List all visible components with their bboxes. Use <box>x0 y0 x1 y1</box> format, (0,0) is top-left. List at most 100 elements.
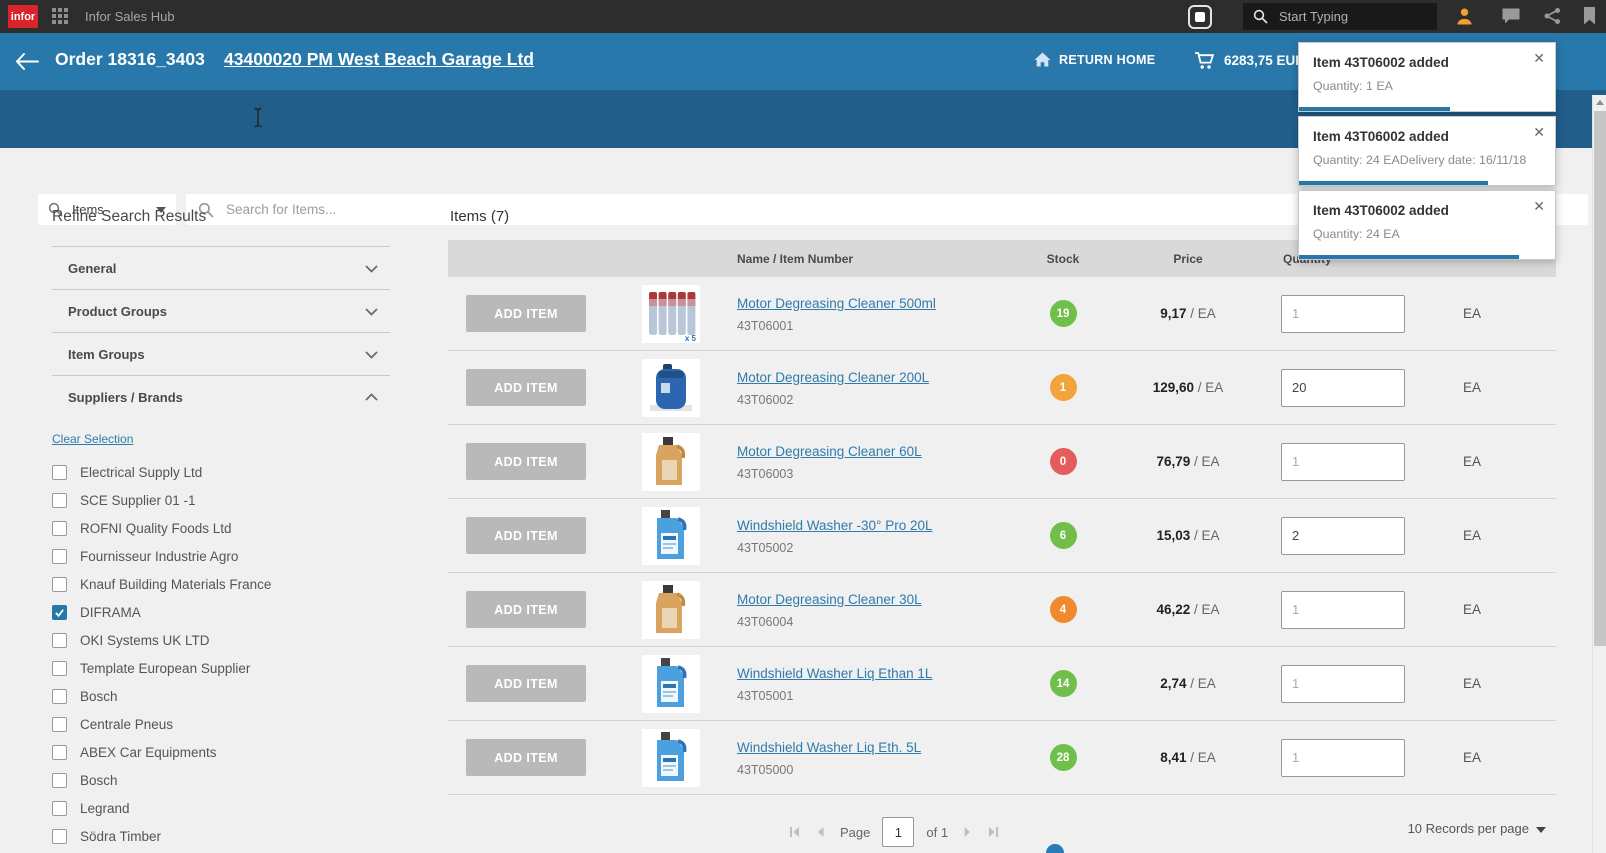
add-item-button[interactable]: ADD ITEM <box>466 739 586 776</box>
user-icon[interactable] <box>1455 7 1474 26</box>
svg-text:x 5: x 5 <box>684 334 696 343</box>
item-row-43t05000: ADD ITEMWindshield Washer Liq Eth. 5L43T… <box>448 721 1556 795</box>
quantity-input[interactable] <box>1281 591 1405 629</box>
home-icon <box>1034 52 1051 67</box>
share-icon[interactable] <box>1543 7 1562 25</box>
item-price: 76,79 / EA <box>1113 454 1263 469</box>
app-grid-icon[interactable] <box>52 8 69 25</box>
supplier-filter-fournisseur-industrie-agro[interactable]: Fournisseur Industrie Agro <box>52 542 390 570</box>
supplier-filter-legrand[interactable]: Legrand <box>52 794 390 822</box>
bookmark-icon[interactable] <box>1582 7 1597 25</box>
item-name-link[interactable]: Motor Degreasing Cleaner 200L <box>737 370 929 385</box>
product-image <box>642 655 700 713</box>
checkbox[interactable] <box>52 549 67 564</box>
item-row-43t06001: ADD ITEM x 5 Motor Degreasing Cleaner 500m… <box>448 277 1556 351</box>
add-item-button[interactable]: ADD ITEM <box>466 443 586 480</box>
checkbox[interactable] <box>52 745 67 760</box>
supplier-filter-template-european-supplier[interactable]: Template European Supplier <box>52 654 390 682</box>
item-unit: EA <box>1438 306 1556 321</box>
filter-section-label: Item Groups <box>52 347 145 362</box>
supplier-label: Bosch <box>80 689 118 704</box>
chevron-down-icon <box>363 260 390 277</box>
supplier-filter-knauf-building-materials-france[interactable]: Knauf Building Materials France <box>52 570 390 598</box>
item-name-link[interactable]: Windshield Washer Liq Ethan 1L <box>737 666 932 681</box>
quantity-input[interactable] <box>1281 517 1405 555</box>
checkbox[interactable] <box>52 661 67 676</box>
close-icon[interactable]: ✕ <box>1533 198 1545 215</box>
vertical-scrollbar[interactable] <box>1592 95 1606 853</box>
checkbox[interactable] <box>52 801 67 816</box>
page-label: Page <box>840 825 870 840</box>
close-icon[interactable]: ✕ <box>1533 50 1545 67</box>
add-item-button[interactable]: ADD ITEM <box>466 517 586 554</box>
back-arrow-icon[interactable] <box>14 51 41 72</box>
item-name-link[interactable]: Windshield Washer Liq Eth. 5L <box>737 740 921 755</box>
item-name-link[interactable]: Motor Degreasing Cleaner 30L <box>737 592 922 607</box>
global-search-input[interactable] <box>1277 8 1421 25</box>
item-price: 46,22 / EA <box>1113 602 1263 617</box>
scrollbar-thumb[interactable] <box>1594 111 1606 646</box>
supplier-label: ABEX Car Equipments <box>80 745 217 760</box>
add-item-button[interactable]: ADD ITEM <box>466 295 586 332</box>
filter-section-product-groups[interactable]: Product Groups <box>52 289 390 332</box>
item-name-link[interactable]: Motor Degreasing Cleaner 60L <box>737 444 922 459</box>
supplier-filter-bosch[interactable]: Bosch <box>52 766 390 794</box>
supplier-filter-electrical-supply-ltd[interactable]: Electrical Supply Ltd <box>52 458 390 486</box>
quantity-input[interactable] <box>1281 369 1405 407</box>
item-name-link[interactable]: Motor Degreasing Cleaner 500ml <box>737 296 936 311</box>
records-per-page-label: 10 Records per page <box>1408 821 1529 836</box>
next-page-icon[interactable] <box>960 825 974 839</box>
page-number-input[interactable] <box>882 817 914 847</box>
customer-link[interactable]: 43400020 PM West Beach Garage Ltd <box>224 49 534 70</box>
checkbox[interactable] <box>52 577 67 592</box>
cart-button[interactable]: 6283,75 EUR <box>1194 51 1305 70</box>
chat-icon[interactable] <box>1501 7 1521 25</box>
checkbox[interactable] <box>52 521 67 536</box>
add-item-button[interactable]: ADD ITEM <box>466 369 586 406</box>
add-item-button[interactable]: ADD ITEM <box>466 591 586 628</box>
stock-badge: 28 <box>1050 744 1077 771</box>
checkbox[interactable] <box>52 717 67 732</box>
checkbox[interactable] <box>52 633 67 648</box>
add-item-button[interactable]: ADD ITEM <box>466 665 586 702</box>
previous-page-icon[interactable] <box>814 825 828 839</box>
last-page-icon[interactable] <box>986 825 1000 839</box>
item-name-link[interactable]: Windshield Washer -30° Pro 20L <box>737 518 933 533</box>
filter-section-label: General <box>52 261 116 276</box>
checkbox[interactable] <box>52 493 67 508</box>
checkbox-checked[interactable] <box>52 605 67 620</box>
close-icon[interactable]: ✕ <box>1533 124 1545 141</box>
item-row-43t06004: ADD ITEMMotor Degreasing Cleaner 30L43T0… <box>448 573 1556 647</box>
filter-section-suppliers-brands[interactable]: Suppliers / Brands <box>52 375 390 418</box>
supplier-filter-abex-car-equipments[interactable]: ABEX Car Equipments <box>52 738 390 766</box>
first-page-icon[interactable] <box>788 825 802 839</box>
window-indicator-icon[interactable] <box>1188 5 1212 29</box>
product-image <box>642 507 700 565</box>
supplier-filter-oki-systems-uk-ltd[interactable]: OKI Systems UK LTD <box>52 626 390 654</box>
supplier-filter-centrale-pneus[interactable]: Centrale Pneus <box>52 710 390 738</box>
supplier-filter-diframa[interactable]: DIFRAMA <box>52 598 390 626</box>
supplier-filter-sce-supplier-01-1[interactable]: SCE Supplier 01 -1 <box>52 486 390 514</box>
checkbox[interactable] <box>52 465 67 480</box>
quantity-input[interactable] <box>1281 443 1405 481</box>
supplier-filter-s-dra-timber[interactable]: Södra Timber <box>52 822 390 850</box>
supplier-label: ROFNI Quality Foods Ltd <box>80 521 232 536</box>
filter-section-item-groups[interactable]: Item Groups <box>52 332 390 375</box>
checkbox[interactable] <box>52 689 67 704</box>
quantity-input[interactable] <box>1281 295 1405 333</box>
quantity-input[interactable] <box>1281 739 1405 777</box>
checkbox[interactable] <box>52 829 67 844</box>
filter-section-general[interactable]: General <box>52 246 390 289</box>
quantity-input[interactable] <box>1281 665 1405 703</box>
toast-stack: Item 43T06002 added✕Quantity: 1 EAItem 4… <box>1298 42 1556 260</box>
checkbox[interactable] <box>52 773 67 788</box>
global-search[interactable] <box>1243 3 1437 30</box>
clear-selection-link[interactable]: Clear Selection <box>52 432 133 446</box>
supplier-filter-rofni-quality-foods-ltd[interactable]: ROFNI Quality Foods Ltd <box>52 514 390 542</box>
records-per-page-dropdown[interactable]: 10 Records per page <box>1408 821 1546 836</box>
toast-title: Item 43T06002 added <box>1313 129 1541 144</box>
stock-badge: 4 <box>1050 596 1077 623</box>
supplier-filter-bosch[interactable]: Bosch <box>52 682 390 710</box>
return-home-button[interactable]: RETURN HOME <box>1034 52 1155 67</box>
scrollbar-up-arrow-icon[interactable] <box>1596 100 1604 105</box>
